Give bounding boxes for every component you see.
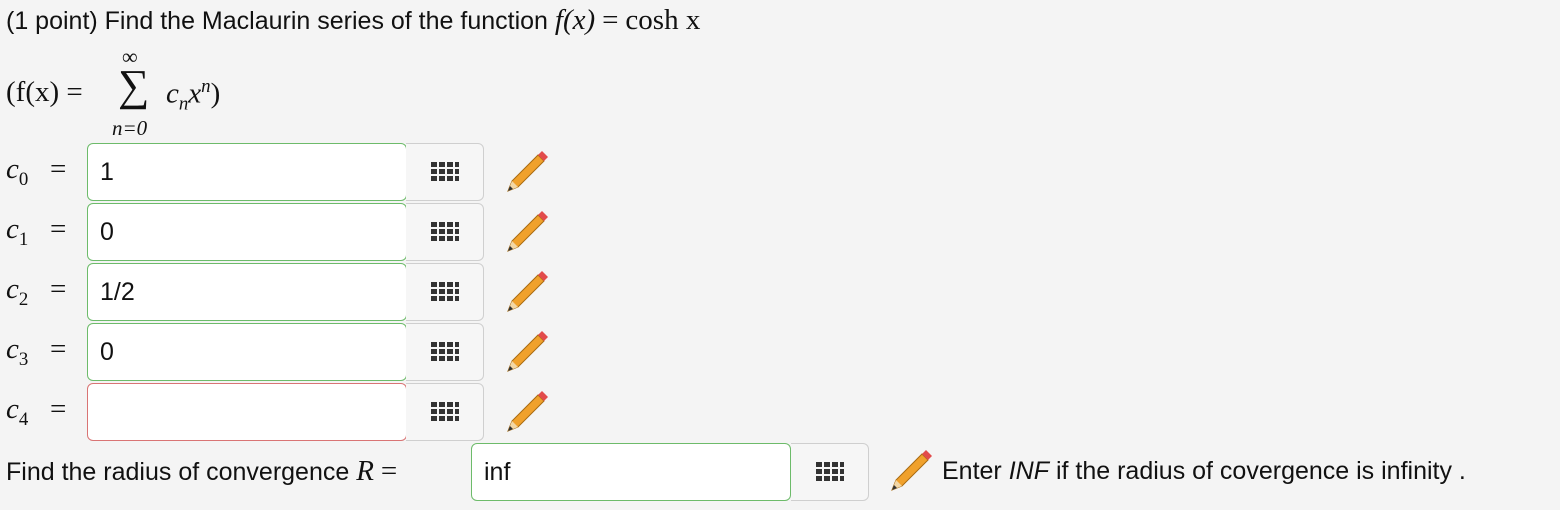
coefficient-input[interactable]: [87, 323, 407, 381]
radius-pencil-icon[interactable]: [886, 448, 934, 496]
grid-palette-icon: [430, 342, 459, 361]
grid-palette-icon: [430, 222, 459, 241]
equals-sign: =: [50, 393, 67, 425]
radius-input[interactable]: [471, 443, 791, 501]
series-definition: (f(x) = ∞ ∑ n=0 cnxn): [6, 44, 406, 140]
equals-sign: =: [50, 213, 67, 245]
question-prefix: (1 point) Find the Maclaurin series of t…: [6, 7, 548, 35]
coefficient-row: c4 =: [0, 383, 600, 443]
coefficient-row: c0 =: [0, 143, 600, 203]
grid-palette-icon: [430, 402, 459, 421]
coefficient-input[interactable]: [87, 143, 407, 201]
palette-button[interactable]: [406, 323, 484, 381]
palette-button[interactable]: [406, 143, 484, 201]
coefficient-row: c1 =: [0, 203, 600, 263]
coefficient-label: c2: [6, 273, 29, 310]
equals-sign: =: [50, 153, 67, 185]
pencil-icon[interactable]: [502, 149, 550, 197]
coefficient-label: c1: [6, 213, 29, 250]
coefficient-input[interactable]: [87, 383, 407, 441]
coefficient-row: c2 =: [0, 263, 600, 323]
grid-palette-icon: [430, 162, 459, 181]
function-eq: =: [602, 4, 619, 36]
palette-button[interactable]: [406, 383, 484, 441]
coefficient-input[interactable]: [87, 263, 407, 321]
function-lhs: f(x): [554, 4, 596, 36]
pencil-icon[interactable]: [502, 329, 550, 377]
question-text: (1 point) Find the Maclaurin series of t…: [6, 4, 700, 37]
pencil-icon[interactable]: [502, 209, 550, 257]
pencil-icon[interactable]: [502, 389, 550, 437]
grid-palette-icon: [815, 462, 844, 481]
series-lhs: (f(x) =: [6, 76, 83, 108]
palette-button[interactable]: [406, 203, 484, 261]
coefficient-label: c3: [6, 333, 29, 370]
radius-hint: Enter INF if the radius of covergence is…: [942, 457, 1466, 485]
palette-button[interactable]: [406, 263, 484, 321]
series-term: cnxn): [166, 76, 221, 115]
grid-palette-icon: [430, 282, 459, 301]
coefficient-row: c3 =: [0, 323, 600, 383]
radius-palette-button[interactable]: [791, 443, 869, 501]
equals-sign: =: [50, 333, 67, 365]
radius-label: Find the radius of convergence R =: [6, 455, 398, 487]
sigma-symbol: ∑: [118, 61, 150, 110]
function-rhs: cosh x: [625, 4, 701, 36]
equals-sign: =: [50, 273, 67, 305]
pencil-icon[interactable]: [502, 269, 550, 317]
coefficient-label: c4: [6, 393, 29, 430]
coefficient-input[interactable]: [87, 203, 407, 261]
coefficient-label: c0: [6, 153, 29, 190]
sum-lower-limit: n=0: [112, 116, 148, 140]
